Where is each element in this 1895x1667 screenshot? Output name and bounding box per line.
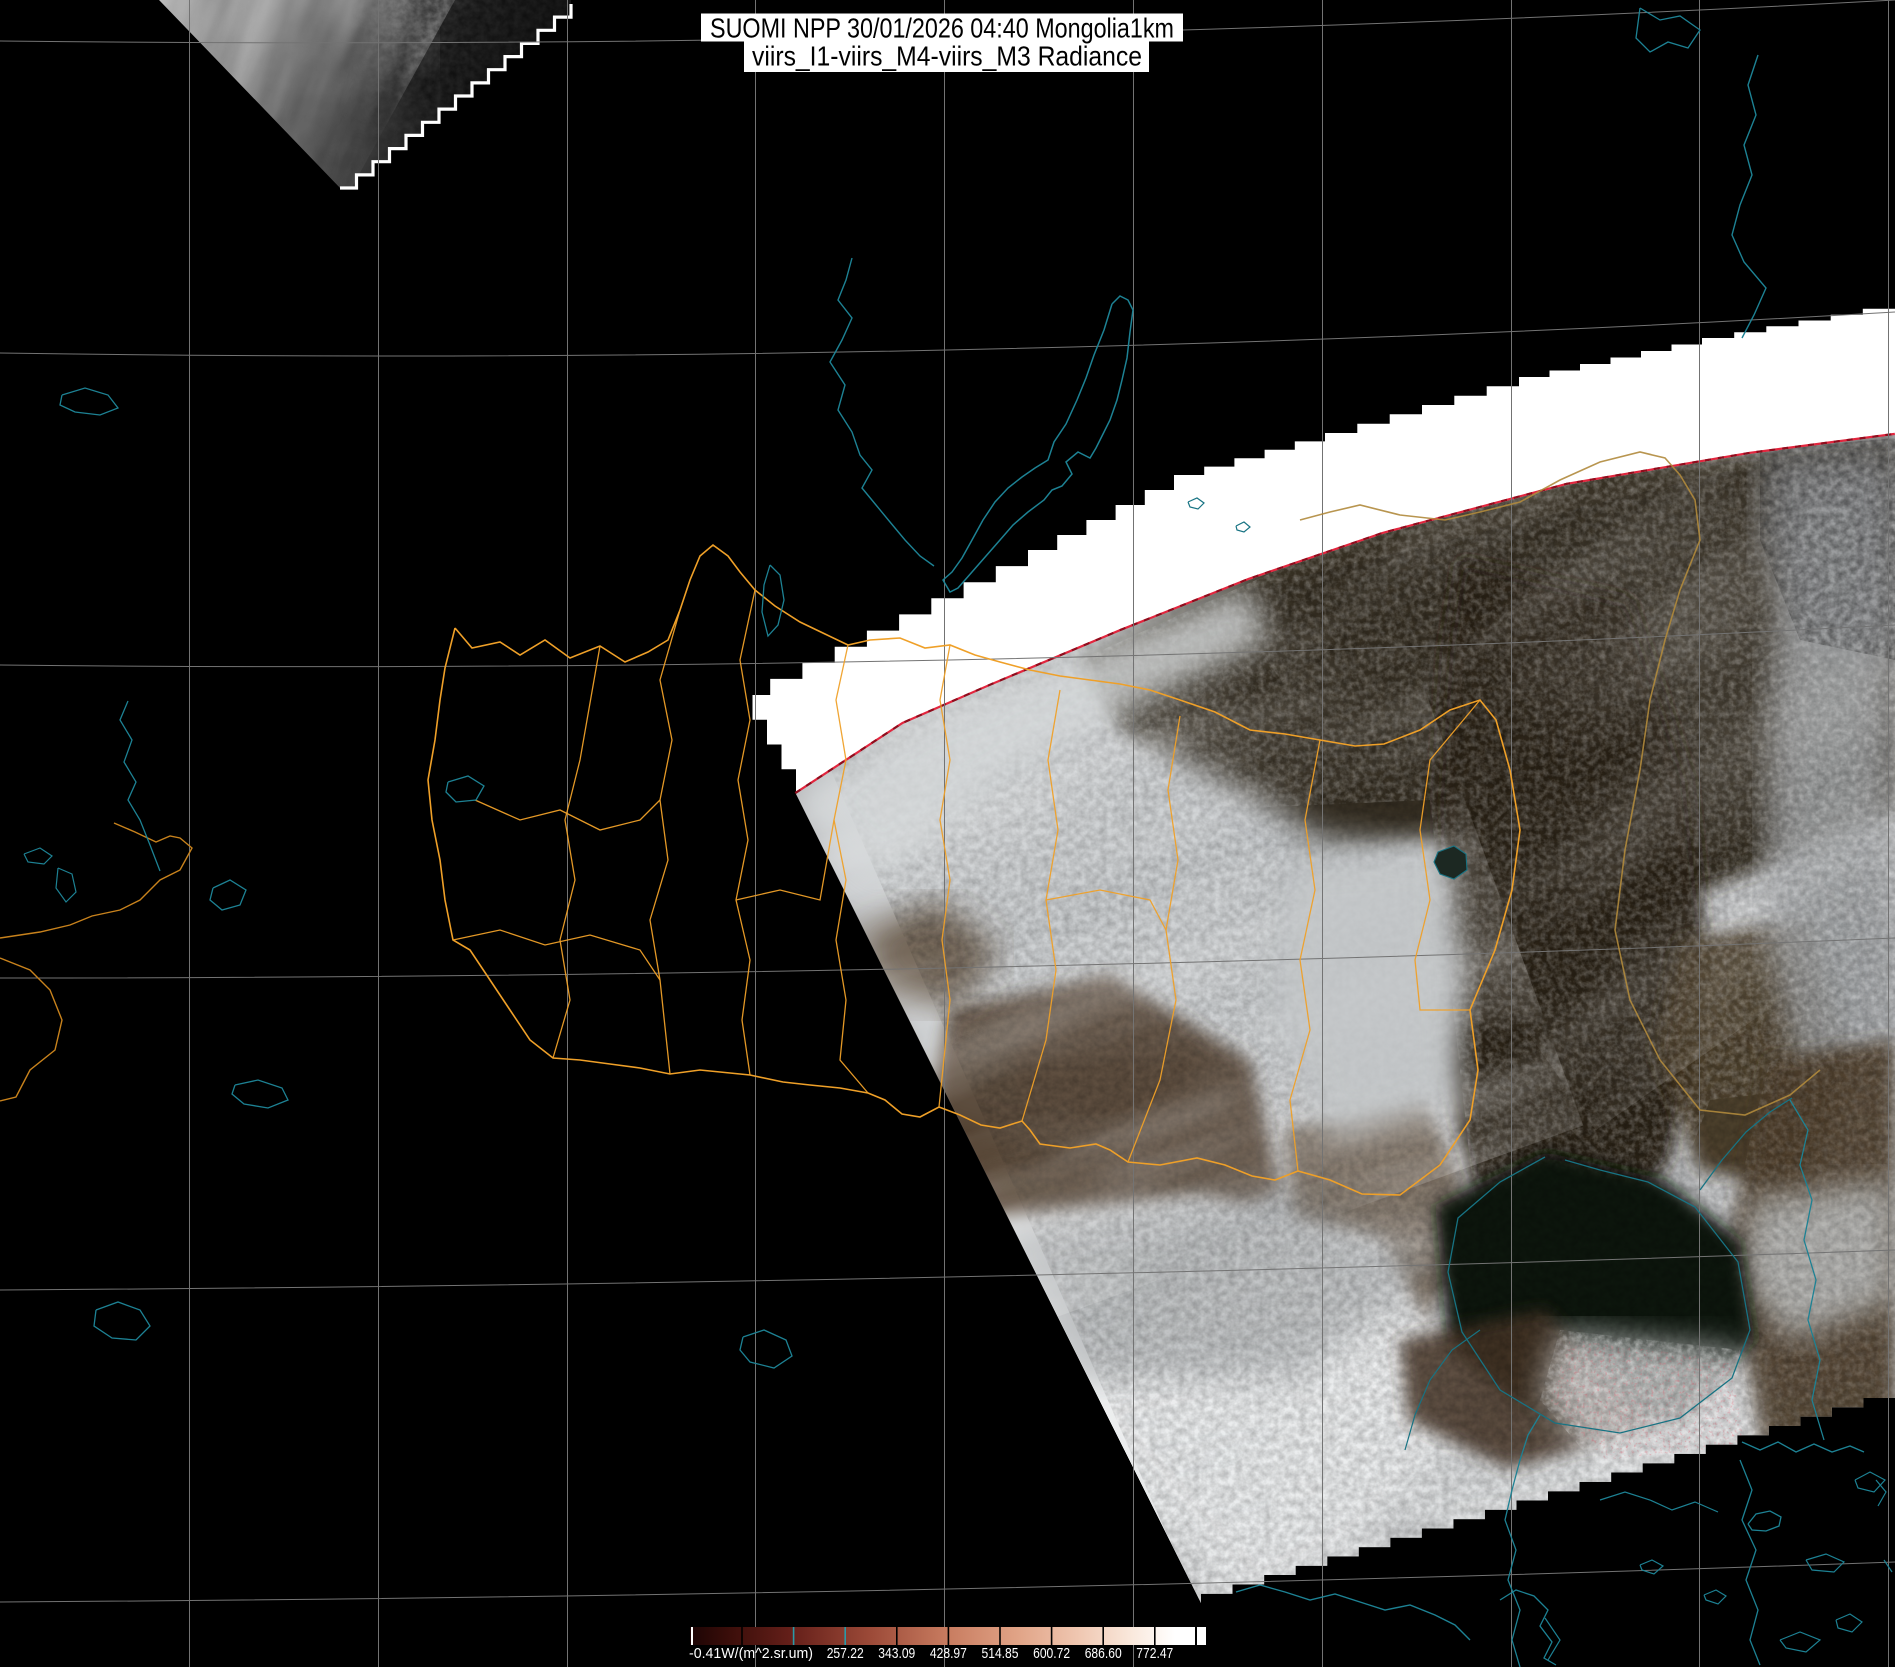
svg-text:514.85: 514.85: [982, 1645, 1019, 1662]
svg-text:viirs_I1-viirs_M4-viirs_M3 Rad: viirs_I1-viirs_M4-viirs_M3 Radiance: [752, 41, 1142, 72]
svg-text:686.60: 686.60: [1085, 1645, 1122, 1662]
svg-text:SUOMI NPP 30/01/2026 04:40 Mon: SUOMI NPP 30/01/2026 04:40 Mongolia1km: [710, 13, 1174, 44]
svg-text:343.09: 343.09: [878, 1645, 915, 1662]
svg-text:772.47: 772.47: [1136, 1645, 1173, 1662]
svg-text:257.22: 257.22: [827, 1645, 864, 1662]
svg-text:428.97: 428.97: [930, 1645, 967, 1662]
svg-text:600.72: 600.72: [1033, 1645, 1070, 1662]
svg-text:-0.41W/(m^2.sr.um): -0.41W/(m^2.sr.um): [689, 1645, 813, 1662]
